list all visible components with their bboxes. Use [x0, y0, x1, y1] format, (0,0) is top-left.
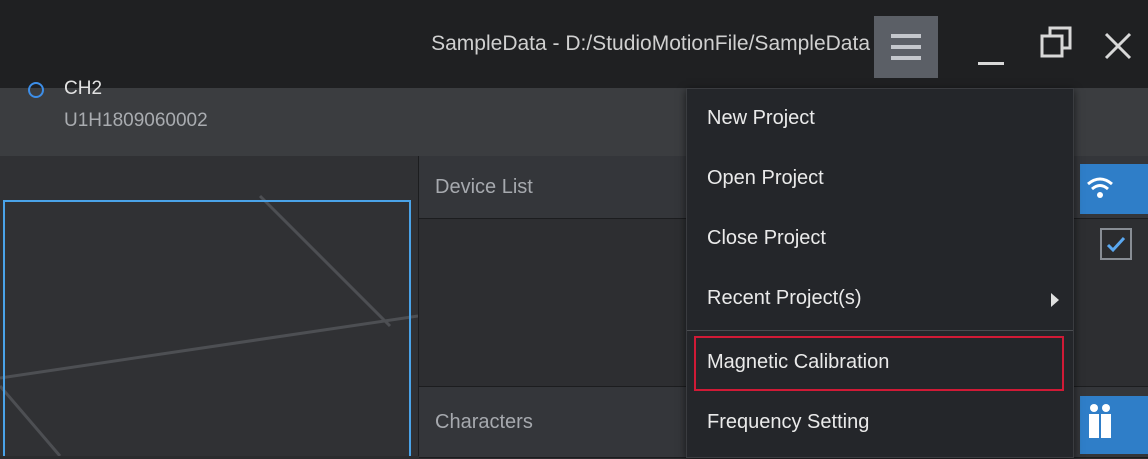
menu-item-frequency-setting[interactable]: Frequency Setting [687, 393, 1073, 453]
submenu-arrow-icon [1051, 293, 1059, 307]
menu-separator [687, 330, 1073, 331]
highlight-box [694, 336, 1064, 391]
menu-item-label: Frequency Setting [707, 411, 870, 433]
menu-item-open-project[interactable]: Open Project [687, 149, 1073, 209]
device-list-label: Device List [435, 176, 533, 198]
device-serial: U1H1809060002 [64, 110, 208, 131]
menu-item-label: Open Project [707, 167, 824, 189]
main-menu-dropdown: New Project Open Project Close Project R… [686, 88, 1074, 458]
close-icon [1104, 32, 1132, 60]
menu-item-label: Recent Project(s) [707, 287, 862, 309]
menu-item-close-project[interactable]: Close Project [687, 209, 1073, 269]
device-radio[interactable] [28, 82, 44, 98]
main-menu-button[interactable] [874, 16, 938, 78]
characters-label: Characters [435, 411, 533, 433]
menu-item-recent-projects[interactable]: Recent Project(s) [687, 269, 1073, 329]
restore-icon [1040, 26, 1072, 58]
device-name: CH2 [64, 78, 103, 99]
viewport-grid [0, 194, 418, 456]
3d-viewport[interactable] [0, 156, 418, 456]
viewport-frame [3, 200, 411, 456]
enable-checkbox[interactable] [1100, 228, 1132, 260]
checkbox-checked-icon [1106, 236, 1126, 253]
restore-button[interactable] [1034, 20, 1080, 66]
menu-item-new-project[interactable]: New Project [687, 89, 1073, 149]
window-title: SampleData - D:/StudioMotionFile/SampleD… [431, 32, 870, 55]
wifi-button[interactable] [1080, 164, 1148, 214]
characters-icon [1089, 404, 1111, 438]
device-list-item[interactable] [419, 218, 689, 386]
menu-item-label: Close Project [707, 227, 826, 249]
add-character-button[interactable] [1080, 396, 1148, 454]
close-button[interactable] [1092, 18, 1142, 68]
minimize-button[interactable] [974, 22, 1018, 66]
menu-item-label: New Project [707, 107, 815, 129]
wifi-icon [1087, 177, 1113, 198]
